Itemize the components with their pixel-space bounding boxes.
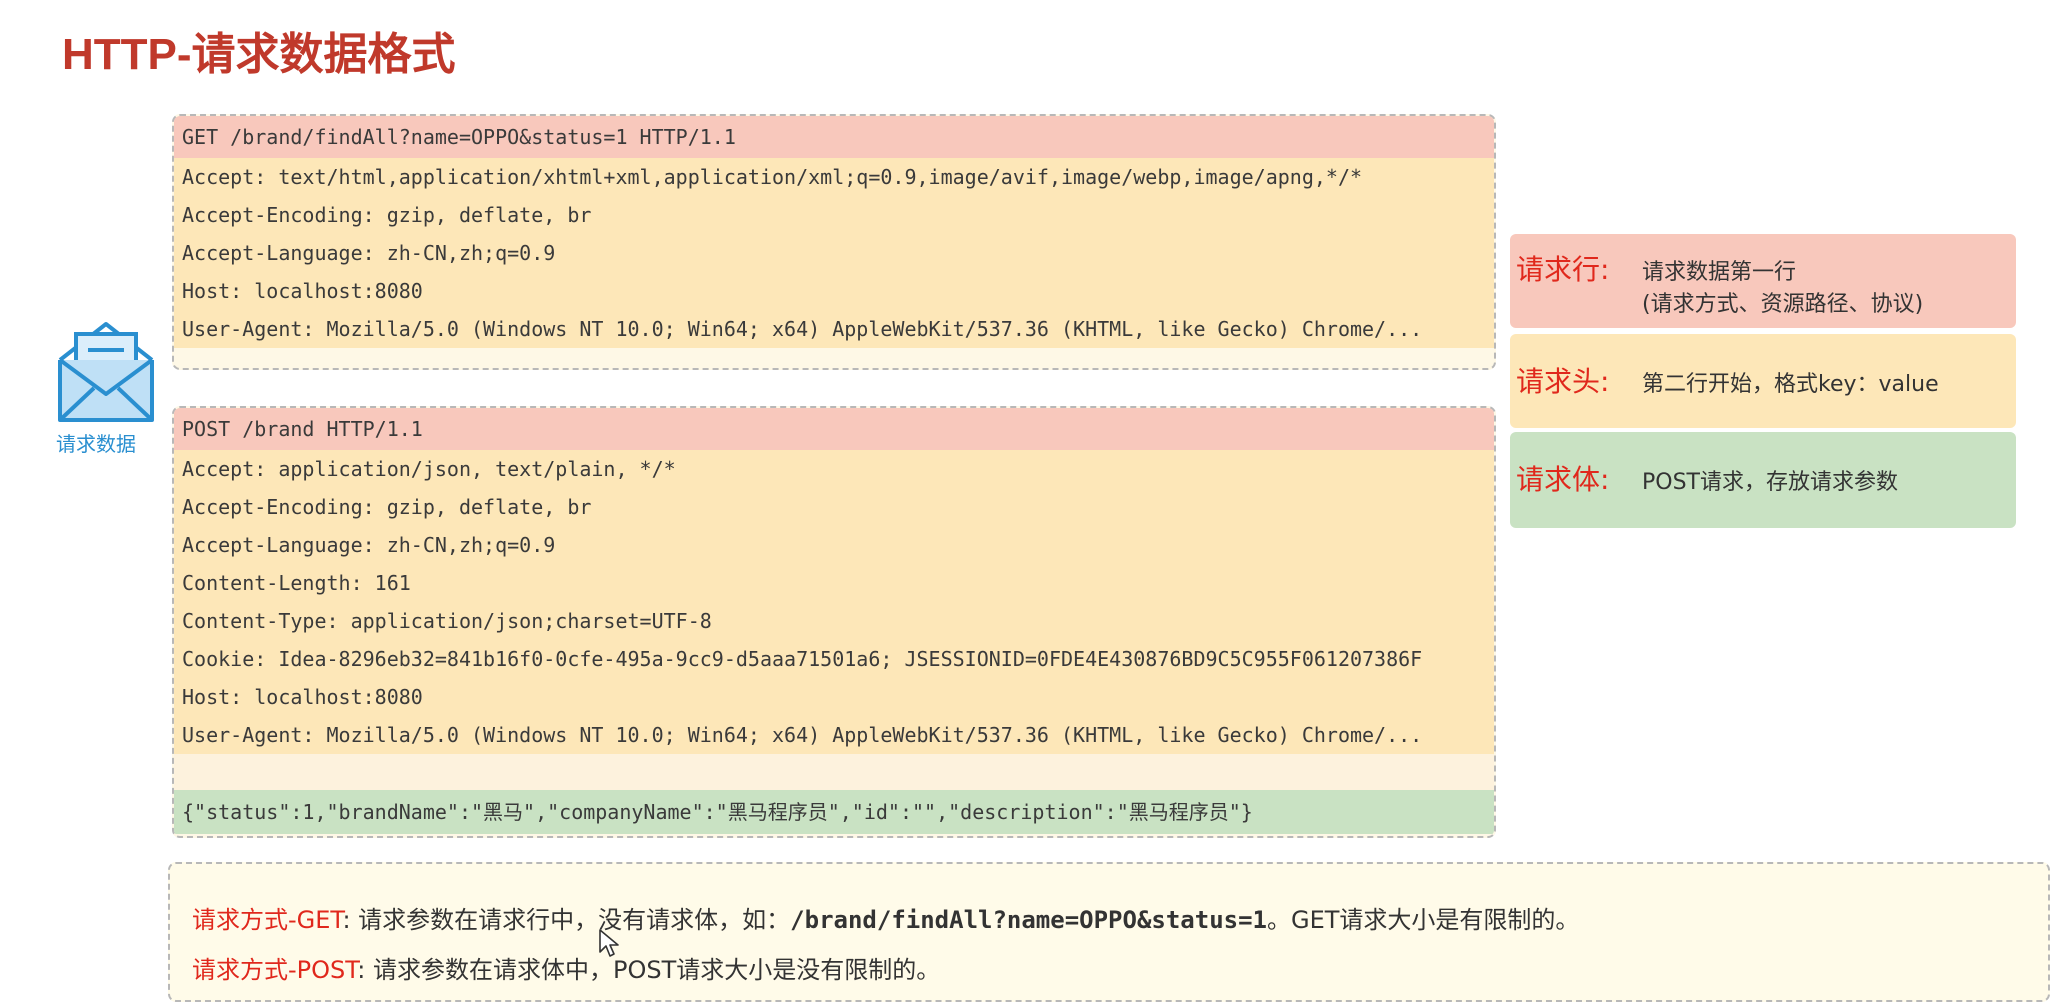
get-request-box: GET /brand/findAll?name=OPPO&status=1 HT… [172,114,1496,370]
legend-request-body: 请求体: POST请求，存放请求参数 [1510,432,2016,528]
note-get: 请求方式-GET: 请求参数在请求行中，没有请求体，如：/brand/findA… [192,900,1579,935]
note-post: 请求方式-POST: 请求参数在请求体中，POST请求大小是没有限制的。 [192,950,940,985]
mouse-cursor-icon [598,928,620,962]
note-code: /brand/findAll?name=OPPO&status=1 [790,906,1267,934]
legend-request-line: 请求行: 请求数据第一行 (请求方式、资源路径、协议) [1510,234,2016,328]
envelope-icon [54,316,158,428]
note-text: 。GET请求大小是有限制的。 [1267,906,1580,934]
get-header-row: Accept-Language: zh-CN,zh;q=0.9 [174,234,1494,272]
get-request-line: GET /brand/findAll?name=OPPO&status=1 HT… [174,116,1494,158]
note-key: 请求方式-GET [192,906,343,934]
legend-key: 请求体: [1516,463,1610,496]
post-header-row: Cookie: Idea-8296eb32=841b16f0-0cfe-495a… [174,640,1494,678]
post-request-line: POST /brand HTTP/1.1 [174,408,1494,450]
note-text: : 请求参数在请求行中，没有请求体，如： [342,906,791,934]
page-title: HTTP-请求数据格式 [62,30,456,79]
get-header-row: Host: localhost:8080 [174,272,1494,310]
post-header-row: User-Agent: Mozilla/5.0 (Windows NT 10.0… [174,716,1494,754]
post-header-row: Accept-Language: zh-CN,zh;q=0.9 [174,526,1494,564]
post-request-box: POST /brand HTTP/1.1 Accept: application… [172,406,1496,838]
get-header-row: Accept-Encoding: gzip, deflate, br [174,196,1494,234]
legend-key: 请求头: [1516,365,1610,398]
envelope-label: 请求数据 [56,432,136,456]
note-text: : 请求参数在请求体中，POST请求大小是没有限制的。 [357,956,941,984]
notes-box: 请求方式-GET: 请求参数在请求行中，没有请求体，如：/brand/findA… [168,862,2050,1002]
post-header-row: Content-Type: application/json;charset=U… [174,602,1494,640]
note-key: 请求方式-POST [192,956,358,984]
post-header-row: Host: localhost:8080 [174,678,1494,716]
post-header-row: Accept: application/json, text/plain, */… [174,450,1494,488]
post-header-row: Content-Length: 161 [174,564,1494,602]
legend-desc-detail: (请求方式、资源路径、协议) [1642,292,1924,317]
post-request-body: {"status":1,"brandName":"黑马","companyNam… [174,790,1494,834]
legend-key: 请求行: [1516,253,1610,286]
legend-request-header: 请求头: 第二行开始，格式key：value [1510,334,2016,428]
legend-desc: 第二行开始，格式key：value [1642,372,1939,397]
blank-line [174,754,1494,790]
legend-desc: POST请求，存放请求参数 [1642,470,1898,495]
post-header-row: Accept-Encoding: gzip, deflate, br [174,488,1494,526]
get-header-row: User-Agent: Mozilla/5.0 (Windows NT 10.0… [174,310,1494,348]
legend-desc: 请求数据第一行 [1642,260,1797,285]
get-header-row: Accept: text/html,application/xhtml+xml,… [174,158,1494,196]
